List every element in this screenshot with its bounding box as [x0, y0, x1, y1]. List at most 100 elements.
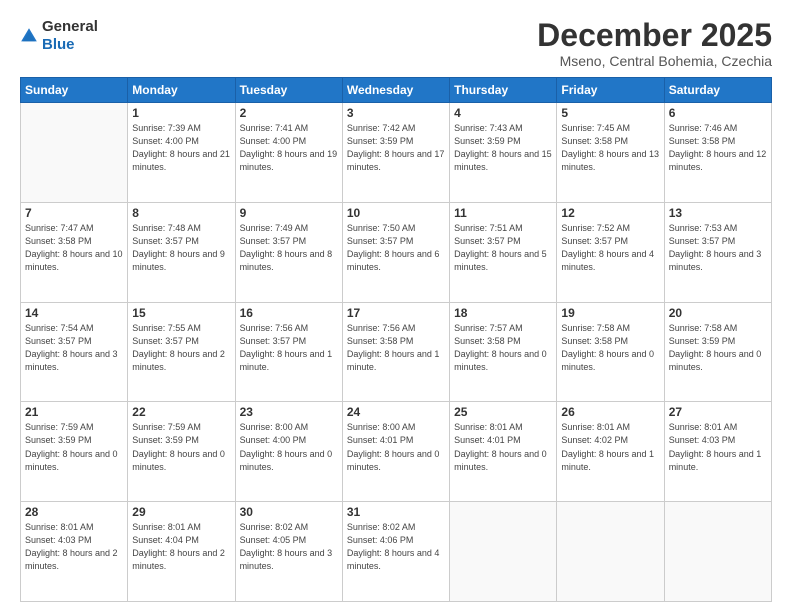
day-number: 18: [454, 306, 552, 320]
calendar-week-2: 7Sunrise: 7:47 AMSunset: 3:58 PMDaylight…: [21, 202, 772, 302]
sunset-text: Sunset: 3:58 PM: [561, 335, 659, 348]
calendar-header: Sunday Monday Tuesday Wednesday Thursday…: [21, 78, 772, 103]
day-info: Sunrise: 8:00 AMSunset: 4:01 PMDaylight:…: [347, 421, 445, 473]
day-info: Sunrise: 7:57 AMSunset: 3:58 PMDaylight:…: [454, 322, 552, 374]
day-info: Sunrise: 7:56 AMSunset: 3:58 PMDaylight:…: [347, 322, 445, 374]
day-number: 2: [240, 106, 338, 120]
calendar-cell: 17 Sunrise: 7:56 AMSunset: 3:58 PMDayligh…: [342, 302, 449, 402]
day-info: Sunrise: 7:53 AMSunset: 3:57 PMDaylight:…: [669, 222, 767, 274]
sunset-text: Sunset: 4:01 PM: [347, 434, 445, 447]
sunrise-text: Sunrise: 8:02 AM: [347, 521, 445, 534]
header: General Blue December 2025 Mseno, Centra…: [20, 18, 772, 69]
daylight-text: Daylight: 8 hours and 4 minutes.: [347, 547, 445, 573]
weekday-sunday: Sunday: [21, 78, 128, 103]
day-number: 14: [25, 306, 123, 320]
calendar-cell: 4Sunrise: 7:43 AMSunset: 3:59 PMDaylight…: [450, 103, 557, 203]
sunset-text: Sunset: 3:57 PM: [561, 235, 659, 248]
daylight-text: Daylight: 8 hours and 5 minutes.: [454, 248, 552, 274]
daylight-text: Daylight: 8 hours and 9 minutes.: [132, 248, 230, 274]
day-info: Sunrise: 7:42 AMSunset: 3:59 PMDaylight:…: [347, 122, 445, 174]
sunrise-text: Sunrise: 7:56 AM: [347, 322, 445, 335]
calendar-cell: 25Sunrise: 8:01 AMSunset: 4:01 PMDayligh…: [450, 402, 557, 502]
calendar-week-3: 14 Sunrise: 7:54 AMSunset: 3:57 PMDayligh…: [21, 302, 772, 402]
day-number: 17: [347, 306, 445, 320]
sunrise-text: Sunrise: 7:39 AM: [132, 122, 230, 135]
day-info: Sunrise: 7:47 AMSunset: 3:58 PMDaylight:…: [25, 222, 123, 274]
calendar-cell: 13Sunrise: 7:53 AMSunset: 3:57 PMDayligh…: [664, 202, 771, 302]
calendar-cell: [450, 502, 557, 602]
daylight-text: Daylight: 8 hours and 2 minutes.: [132, 348, 230, 374]
sunrise-text: Sunrise: 8:00 AM: [347, 421, 445, 434]
sunset-text: Sunset: 3:58 PM: [561, 135, 659, 148]
sunrise-text: Sunrise: 7:54 AM: [25, 322, 123, 335]
title-block: December 2025 Mseno, Central Bohemia, Cz…: [537, 18, 772, 69]
day-info: Sunrise: 8:01 AMSunset: 4:02 PMDaylight:…: [561, 421, 659, 473]
calendar-cell: 12Sunrise: 7:52 AMSunset: 3:57 PMDayligh…: [557, 202, 664, 302]
logo: General Blue: [20, 18, 98, 54]
calendar-cell: 9Sunrise: 7:49 AMSunset: 3:57 PMDaylight…: [235, 202, 342, 302]
daylight-text: Daylight: 8 hours and 4 minutes.: [561, 248, 659, 274]
sunset-text: Sunset: 3:57 PM: [454, 235, 552, 248]
day-info: Sunrise: 7:59 AMSunset: 3:59 PMDaylight:…: [25, 421, 123, 473]
day-number: 26: [561, 405, 659, 419]
calendar-week-1: 1Sunrise: 7:39 AMSunset: 4:00 PMDaylight…: [21, 103, 772, 203]
sunset-text: Sunset: 3:58 PM: [454, 335, 552, 348]
daylight-text: Daylight: 8 hours and 1 minute.: [240, 348, 338, 374]
calendar-cell: 31Sunrise: 8:02 AMSunset: 4:06 PMDayligh…: [342, 502, 449, 602]
month-title: December 2025: [537, 18, 772, 53]
day-number: 3: [347, 106, 445, 120]
day-number: 9: [240, 206, 338, 220]
calendar-cell: 3 Sunrise: 7:42 AMSunset: 3:59 PMDaylight…: [342, 103, 449, 203]
sunset-text: Sunset: 3:57 PM: [132, 235, 230, 248]
day-number: 6: [669, 106, 767, 120]
day-number: 22: [132, 405, 230, 419]
daylight-text: Daylight: 8 hours and 0 minutes.: [454, 348, 552, 374]
day-info: Sunrise: 8:01 AMSunset: 4:03 PMDaylight:…: [669, 421, 767, 473]
daylight-text: Daylight: 8 hours and 2 minutes.: [25, 547, 123, 573]
day-number: 30: [240, 505, 338, 519]
sunset-text: Sunset: 4:00 PM: [240, 135, 338, 148]
calendar-cell: 23Sunrise: 8:00 AMSunset: 4:00 PMDayligh…: [235, 402, 342, 502]
sunrise-text: Sunrise: 8:00 AM: [240, 421, 338, 434]
calendar-cell: 5Sunrise: 7:45 AMSunset: 3:58 PMDaylight…: [557, 103, 664, 203]
calendar-cell: 19Sunrise: 7:58 AMSunset: 3:58 PMDayligh…: [557, 302, 664, 402]
calendar-cell: 7Sunrise: 7:47 AMSunset: 3:58 PMDaylight…: [21, 202, 128, 302]
calendar-cell: 11Sunrise: 7:51 AMSunset: 3:57 PMDayligh…: [450, 202, 557, 302]
sunset-text: Sunset: 4:00 PM: [132, 135, 230, 148]
day-info: Sunrise: 7:54 AMSunset: 3:57 PMDaylight:…: [25, 322, 123, 374]
daylight-text: Daylight: 8 hours and 3 minutes.: [669, 248, 767, 274]
sunset-text: Sunset: 3:58 PM: [669, 135, 767, 148]
sunrise-text: Sunrise: 7:42 AM: [347, 122, 445, 135]
location: Mseno, Central Bohemia, Czechia: [537, 53, 772, 69]
calendar-cell: 8Sunrise: 7:48 AMSunset: 3:57 PMDaylight…: [128, 202, 235, 302]
sunset-text: Sunset: 4:00 PM: [240, 434, 338, 447]
weekday-monday: Monday: [128, 78, 235, 103]
calendar-cell: 22Sunrise: 7:59 AMSunset: 3:59 PMDayligh…: [128, 402, 235, 502]
day-number: 20: [669, 306, 767, 320]
calendar-cell: 28Sunrise: 8:01 AMSunset: 4:03 PMDayligh…: [21, 502, 128, 602]
sunset-text: Sunset: 3:57 PM: [240, 235, 338, 248]
calendar-week-5: 28Sunrise: 8:01 AMSunset: 4:03 PMDayligh…: [21, 502, 772, 602]
day-info: Sunrise: 7:58 AMSunset: 3:59 PMDaylight:…: [669, 322, 767, 374]
day-number: 15: [132, 306, 230, 320]
calendar-cell: 16Sunrise: 7:56 AMSunset: 3:57 PMDayligh…: [235, 302, 342, 402]
sunrise-text: Sunrise: 7:52 AM: [561, 222, 659, 235]
sunrise-text: Sunrise: 7:48 AM: [132, 222, 230, 235]
page: General Blue December 2025 Mseno, Centra…: [0, 0, 792, 612]
calendar-cell: 18 Sunrise: 7:57 AMSunset: 3:58 PMDayligh…: [450, 302, 557, 402]
day-number: 1: [132, 106, 230, 120]
day-info: Sunrise: 8:00 AMSunset: 4:00 PMDaylight:…: [240, 421, 338, 473]
day-number: 29: [132, 505, 230, 519]
calendar-cell: 20 Sunrise: 7:58 AMSunset: 3:59 PMDayligh…: [664, 302, 771, 402]
day-info: Sunrise: 7:56 AMSunset: 3:57 PMDaylight:…: [240, 322, 338, 374]
sunrise-text: Sunrise: 7:53 AM: [669, 222, 767, 235]
sunrise-text: Sunrise: 7:55 AM: [132, 322, 230, 335]
day-number: 21: [25, 405, 123, 419]
sunset-text: Sunset: 4:01 PM: [454, 434, 552, 447]
weekday-tuesday: Tuesday: [235, 78, 342, 103]
calendar-week-4: 21 Sunrise: 7:59 AMSunset: 3:59 PMDayligh…: [21, 402, 772, 502]
day-info: Sunrise: 7:48 AMSunset: 3:57 PMDaylight:…: [132, 222, 230, 274]
daylight-text: Daylight: 8 hours and 3 minutes.: [240, 547, 338, 573]
sunrise-text: Sunrise: 7:58 AM: [561, 322, 659, 335]
sunset-text: Sunset: 4:02 PM: [561, 434, 659, 447]
